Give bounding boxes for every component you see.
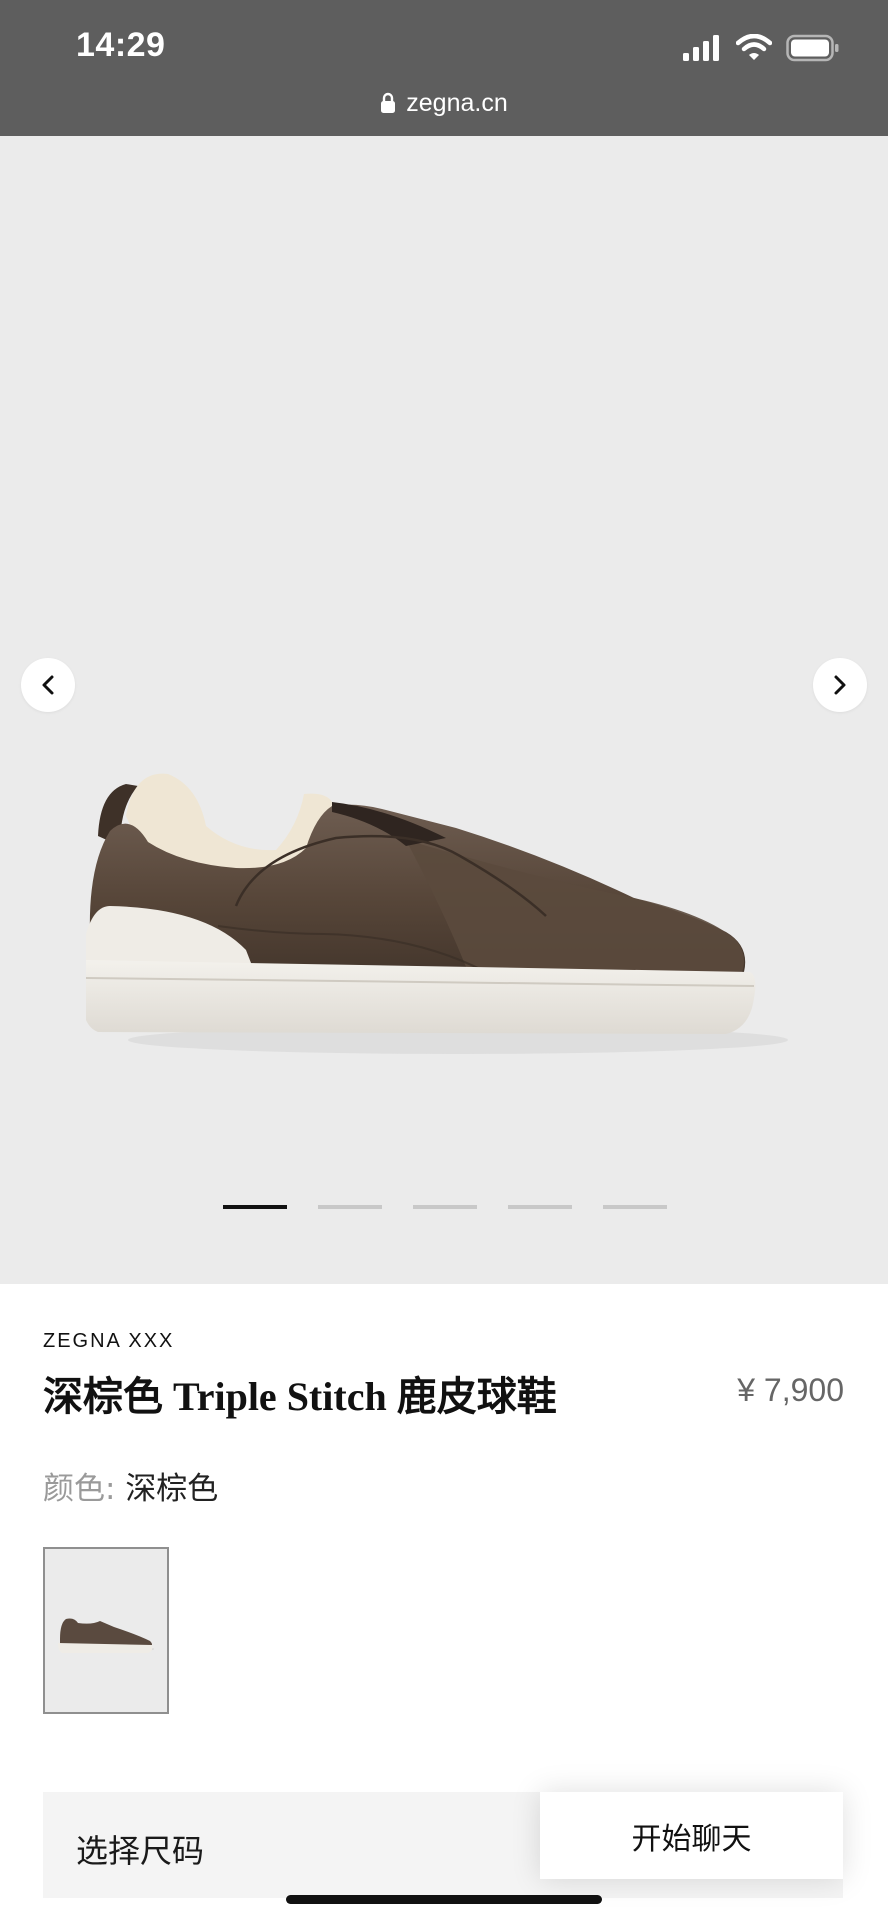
pagination-dot-5[interactable] (603, 1205, 667, 1209)
product-image (86, 773, 788, 1054)
battery-icon (786, 34, 839, 62)
color-swatch-thumbnail[interactable] (43, 1547, 169, 1714)
wifi-icon (736, 34, 772, 60)
signal-icon (683, 35, 719, 61)
product-price: ¥ 7,900 (737, 1372, 844, 1408)
next-image-button[interactable] (813, 658, 867, 712)
color-row: 颜色: 深棕色 (43, 1463, 218, 1508)
status-time: 14:29 (76, 26, 166, 64)
pagination-dot-2[interactable] (318, 1205, 382, 1209)
browser-top-bar: 14:29 zegna.cn (0, 0, 888, 136)
pagination-dot-4[interactable] (508, 1205, 572, 1209)
home-indicator[interactable] (286, 1895, 602, 1904)
color-label: 颜色: (43, 1471, 116, 1507)
pagination-dot-3[interactable] (413, 1205, 477, 1209)
product-brand: ZEGNA XXX (43, 1330, 175, 1352)
lock-icon (381, 92, 396, 113)
size-selector-label: 选择尺码 (76, 1832, 205, 1870)
product-image-gallery[interactable] (0, 136, 888, 1284)
chevron-left-icon (42, 675, 54, 695)
color-value: 深棕色 (125, 1471, 219, 1507)
url-bar[interactable]: zegna.cn (0, 86, 888, 120)
pagination-dot-1[interactable] (223, 1205, 287, 1209)
swatch-shoe-image (58, 1618, 154, 1653)
chevron-right-icon (834, 675, 846, 695)
product-title: 深棕色 Triple Stitch 鹿皮球鞋 (43, 1374, 557, 1419)
previous-image-button[interactable] (21, 658, 75, 712)
url-domain: zegna.cn (406, 88, 508, 117)
gallery-pagination (223, 1205, 667, 1209)
start-chat-button[interactable]: 开始聊天 (540, 1792, 843, 1879)
status-icons (682, 30, 840, 66)
